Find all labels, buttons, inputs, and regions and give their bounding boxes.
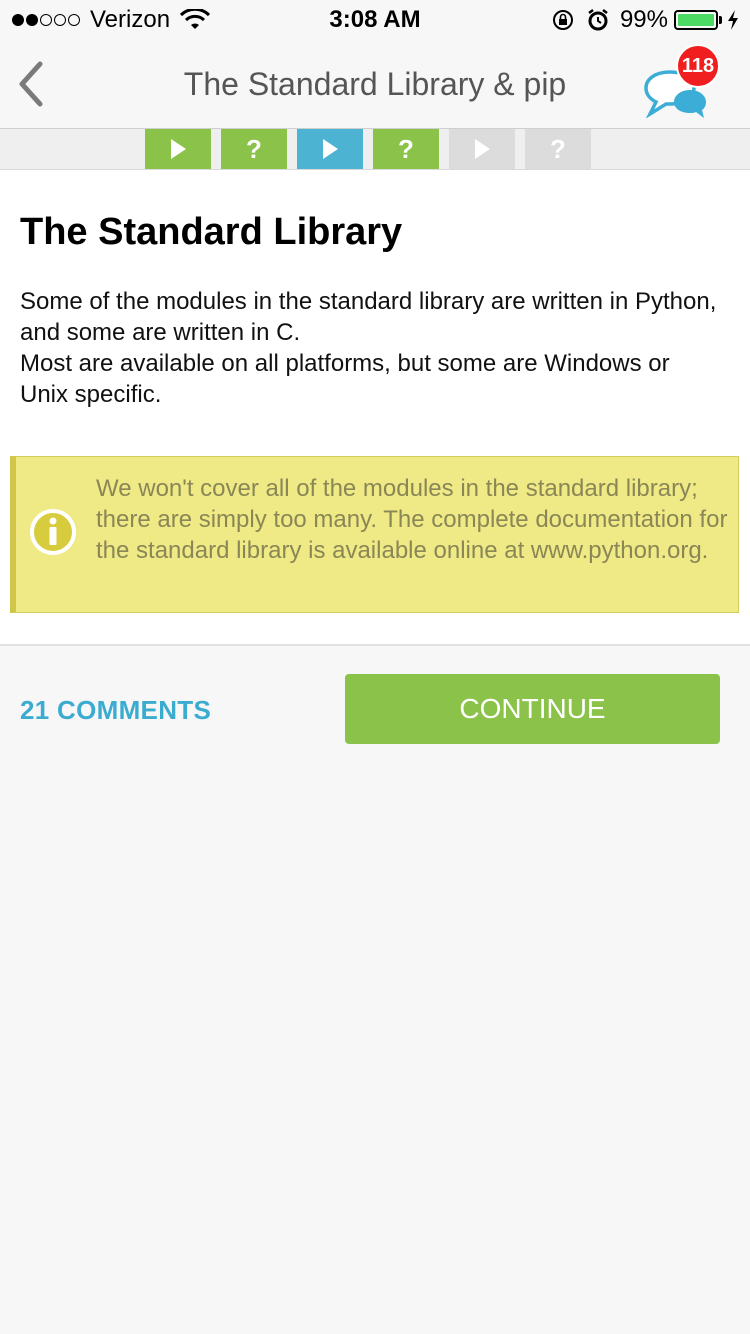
status-left: Verizon <box>12 6 211 34</box>
wifi-icon <box>180 9 211 29</box>
lesson-progress-steps: ? ? ? <box>0 129 750 170</box>
battery-fill <box>678 14 714 26</box>
carrier-name: Verizon <box>90 6 171 33</box>
info-icon <box>30 509 76 555</box>
signal-dot <box>68 14 80 26</box>
status-bar: Verizon 3:08 AM 99% <box>0 0 750 40</box>
comments-link[interactable]: 21 COMMENTS <box>20 692 211 728</box>
step-quiz-3[interactable]: ? <box>525 129 591 169</box>
step-video-1[interactable] <box>145 129 211 169</box>
step-quiz-2[interactable]: ? <box>373 129 439 169</box>
step-video-3[interactable] <box>449 129 515 169</box>
charging-bolt-icon <box>728 10 738 30</box>
step-quiz-1[interactable]: ? <box>221 129 287 169</box>
lesson-content: The Standard Library Some of the modules… <box>0 170 750 646</box>
signal-strength-icon <box>12 14 82 26</box>
play-icon <box>171 139 186 159</box>
orientation-lock-icon <box>552 10 573 30</box>
battery-cap <box>719 16 722 24</box>
play-icon <box>323 139 338 159</box>
navigation-bar: The Standard Library & pip 118 <box>0 40 750 129</box>
lesson-body: Some of the modules in the standard libr… <box>20 286 720 410</box>
chevron-left-icon <box>19 61 43 107</box>
lesson-paragraph: Most are available on all platforms, but… <box>20 350 670 408</box>
signal-dot <box>54 14 66 26</box>
signal-dot <box>12 14 24 26</box>
battery-percent: 99% <box>619 6 668 33</box>
status-right: 99% <box>552 6 740 34</box>
question-mark-icon: ? <box>550 134 566 164</box>
lesson-paragraph: Some of the modules in the standard libr… <box>20 288 717 346</box>
info-text: We won't cover all of the modules in the… <box>96 475 728 564</box>
battery-icon <box>674 10 718 30</box>
notification-badge: 118 <box>676 44 720 88</box>
question-mark-icon: ? <box>246 134 262 164</box>
continue-button[interactable]: CONTINUE <box>345 674 720 744</box>
back-button[interactable] <box>12 60 52 108</box>
play-icon <box>475 139 490 159</box>
page-title: The Standard Library & pip <box>183 66 567 102</box>
lesson-title: The Standard Library <box>20 211 403 253</box>
step-video-2[interactable] <box>297 129 363 169</box>
signal-dot <box>40 14 52 26</box>
alarm-icon <box>588 9 608 31</box>
signal-dot <box>26 14 38 26</box>
question-mark-icon: ? <box>398 134 414 164</box>
info-callout: We won't cover all of the modules in the… <box>10 456 739 613</box>
